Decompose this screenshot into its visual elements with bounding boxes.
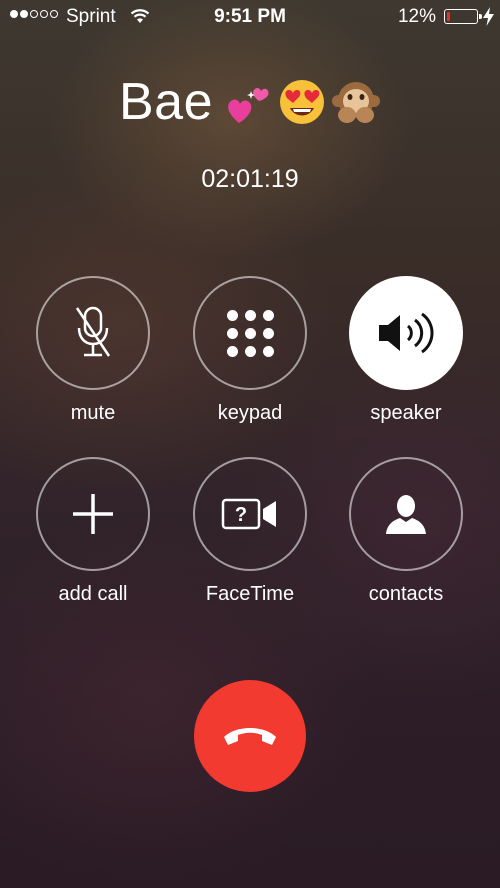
heart-eyes-emoji (280, 80, 325, 124)
status-bar: Sprint 9:51 PM 12% (0, 0, 500, 34)
facetime-button[interactable]: ? (193, 457, 307, 571)
battery-icon (444, 9, 482, 24)
keypad-control: keypad (170, 276, 330, 425)
caller-header: Bae (0, 72, 500, 132)
contacts-label: contacts (368, 583, 444, 605)
add-call-control: add call (13, 457, 173, 606)
contact-silhouette-icon (386, 495, 426, 534)
battery-level (447, 12, 450, 21)
plus-icon (73, 494, 113, 534)
mute-button[interactable] (36, 276, 150, 390)
sparkling-hearts-emoji (228, 87, 269, 123)
speaker-label: speaker (370, 402, 442, 424)
caller-name: Bae (118, 73, 214, 131)
mute-control: mute (13, 276, 173, 425)
speaker-button[interactable] (349, 276, 463, 390)
end-call-button[interactable] (194, 680, 306, 792)
keypad-label: keypad (217, 402, 283, 424)
keypad-icon (226, 309, 274, 357)
speak-no-evil-monkey-emoji (332, 82, 381, 123)
facetime-label: FaceTime (205, 583, 295, 605)
keypad-button[interactable] (193, 276, 307, 390)
call-duration: 02:01:19 (201, 165, 299, 193)
add-call-button[interactable] (36, 457, 150, 571)
battery-percent: 12% (397, 6, 436, 27)
facetime-control: ? FaceTime (170, 457, 330, 606)
contacts-control: contacts (326, 457, 486, 606)
facetime-icon: ? (221, 498, 276, 530)
add-call-label: add call (58, 583, 128, 605)
speaker-icon (379, 312, 434, 354)
speaker-control: speaker (326, 276, 486, 425)
mute-label: mute (70, 402, 116, 424)
phone-hangup-icon (224, 728, 276, 745)
charging-bolt-icon (483, 7, 494, 26)
svg-text:?: ? (235, 504, 247, 526)
caller-emojis (223, 77, 381, 127)
microphone-muted-icon (75, 306, 111, 357)
contacts-button[interactable] (349, 457, 463, 571)
